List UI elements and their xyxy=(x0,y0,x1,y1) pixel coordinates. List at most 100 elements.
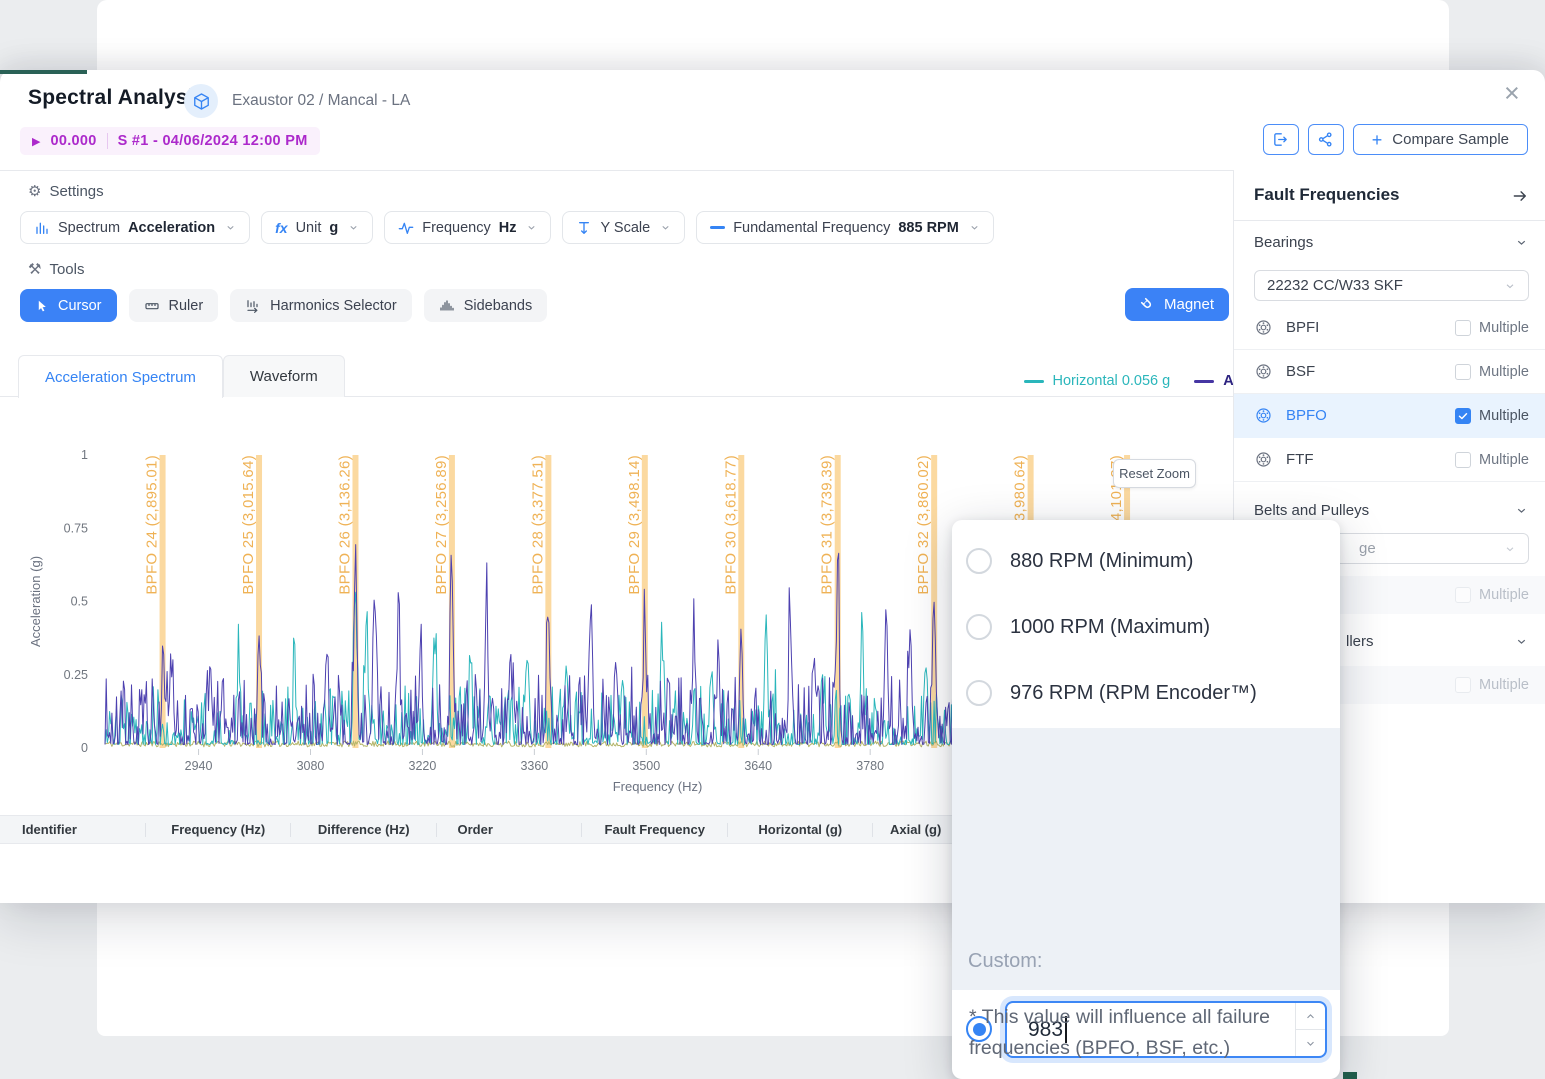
asset-cube-icon xyxy=(184,84,218,118)
legend-horizontal[interactable]: Horizontal 0.056 g xyxy=(1024,373,1171,389)
magnet-tool-button[interactable]: Magnet xyxy=(1125,288,1229,321)
column-header: Fault Frequency xyxy=(582,816,728,843)
svg-text:0.5: 0.5 xyxy=(71,595,88,609)
column-header: Difference (Hz) xyxy=(291,816,437,843)
sidebands-tool-button[interactable]: Sidebands xyxy=(424,289,548,322)
fault-marker-label: BPFO 32 (3,860.02) xyxy=(915,455,932,595)
sidebands-icon xyxy=(439,298,455,314)
fault-marker-label: BPFO 25 (3,015.64) xyxy=(240,455,257,595)
ruler-icon xyxy=(144,298,160,314)
share-button[interactable] xyxy=(1308,124,1344,155)
chevron-down-icon xyxy=(1504,543,1516,555)
svg-text:2940: 2940 xyxy=(185,759,213,773)
chevron-down-icon xyxy=(348,222,359,233)
bearing-icon xyxy=(1254,362,1273,381)
bearing-icon xyxy=(1254,450,1273,469)
plus-icon: + xyxy=(1372,131,1383,149)
tab-waveform[interactable]: Waveform xyxy=(223,355,345,397)
panel-title: Fault Frequencies xyxy=(1254,185,1399,205)
close-icon[interactable]: × xyxy=(1504,80,1520,107)
fault-row-bpfo[interactable]: BPFO Multiple xyxy=(1234,394,1545,438)
multiple-checkbox[interactable] xyxy=(1455,408,1471,424)
y-scale-select[interactable]: Y Scale xyxy=(562,211,685,244)
gear-icon: ⚙ xyxy=(28,182,41,200)
export-button[interactable] xyxy=(1263,124,1299,155)
rpm-option-encoder[interactable]: 976 RPM (RPM Encoder™) xyxy=(952,660,1340,726)
multiple-checkbox[interactable] xyxy=(1455,452,1471,468)
fault-marker-label: BPFO 27 (3,256.89) xyxy=(433,455,450,595)
svg-text:0.75: 0.75 xyxy=(64,521,88,535)
divider xyxy=(107,133,108,149)
column-header: Identifier xyxy=(0,816,146,843)
popup-footnote: * This value will influence all failure … xyxy=(969,1002,1321,1064)
background-fragment xyxy=(1343,1072,1357,1079)
fault-row-bpfi[interactable]: BPFI Multiple xyxy=(1234,306,1545,350)
chevron-down-icon[interactable] xyxy=(1515,635,1528,648)
fault-marker-label: BPFO 30 (3,618.77) xyxy=(722,455,739,595)
unit-select[interactable]: fx Unitg xyxy=(261,211,373,244)
screen: Spectral Analysis Exaustor 02 / Mancal -… xyxy=(0,0,1545,1079)
svg-text:1: 1 xyxy=(81,448,88,462)
column-header: Frequency (Hz) xyxy=(146,816,292,843)
fault-marker-label: BPFO 26 (3,136.26) xyxy=(336,455,353,595)
fundamental-frequency-popup: 880 RPM (Minimum) 1000 RPM (Maximum) 976… xyxy=(952,520,1340,1079)
rpm-option-minimum[interactable]: 880 RPM (Minimum) xyxy=(952,528,1340,594)
legend-swatch xyxy=(1194,380,1214,383)
bearing-icon xyxy=(1254,406,1273,425)
multiple-checkbox[interactable] xyxy=(1455,587,1471,603)
fault-marker-label: BPFO 24 (2,895.01) xyxy=(144,455,161,595)
spectrum-select[interactable]: SpectrumAcceleration xyxy=(20,211,250,244)
fundamental-frequency-select[interactable]: Fundamental Frequency885 RPM xyxy=(696,211,994,244)
rpm-option-maximum[interactable]: 1000 RPM (Maximum) xyxy=(952,594,1340,660)
chevron-down-icon[interactable] xyxy=(1515,236,1528,249)
chevron-down-icon[interactable] xyxy=(1515,504,1528,517)
partial-section-label[interactable]: llers xyxy=(1346,633,1374,650)
multiple-checkbox[interactable] xyxy=(1455,677,1471,693)
magnet-icon xyxy=(1140,297,1155,312)
svg-text:3220: 3220 xyxy=(409,759,437,773)
svg-text:0.25: 0.25 xyxy=(64,668,88,682)
ruler-tool-button[interactable]: Ruler xyxy=(129,289,219,322)
cursor-icon xyxy=(35,299,49,313)
svg-text:3500: 3500 xyxy=(632,759,660,773)
chevron-down-icon xyxy=(526,222,537,233)
chevron-down-icon xyxy=(969,222,980,233)
bearings-section-label[interactable]: Bearings xyxy=(1254,234,1313,251)
reset-zoom-button[interactable]: Reset Zoom xyxy=(1113,459,1196,488)
chevron-down-icon xyxy=(1504,280,1516,292)
chevron-down-icon xyxy=(225,222,236,233)
divider xyxy=(1234,220,1545,221)
svg-text:3640: 3640 xyxy=(744,759,772,773)
background-fragment xyxy=(0,70,87,74)
sample-time: 00.000 xyxy=(50,133,96,149)
wave-icon xyxy=(398,220,414,236)
tab-acceleration-spectrum[interactable]: Acceleration Spectrum xyxy=(18,355,223,398)
settings-section-label: ⚙ Settings xyxy=(28,182,104,200)
bearing-model-select[interactable]: 22232 CC/W33 SKF xyxy=(1254,270,1529,301)
radio-icon[interactable] xyxy=(966,680,992,706)
fx-icon: fx xyxy=(275,220,287,236)
fault-row-bsf[interactable]: BSF Multiple xyxy=(1234,350,1545,394)
radio-icon[interactable] xyxy=(966,614,992,640)
svg-text:Frequency (Hz): Frequency (Hz) xyxy=(613,779,703,794)
svg-text:3360: 3360 xyxy=(520,759,548,773)
radio-icon[interactable] xyxy=(966,548,992,574)
belts-section-label[interactable]: Belts and Pulleys xyxy=(1254,502,1369,519)
tools-section-label: ⚒ Tools xyxy=(28,260,84,278)
multiple-checkbox[interactable] xyxy=(1455,364,1471,380)
custom-rpm-section: Custom: 983 Unit RPM Hz xyxy=(952,728,1340,990)
dash-icon xyxy=(710,226,725,229)
bearing-icon xyxy=(1254,318,1273,337)
sample-badge[interactable]: ▶ 00.000 S #1 - 04/06/2024 12:00 PM xyxy=(20,127,320,155)
svg-text:3080: 3080 xyxy=(297,759,325,773)
svg-text:3780: 3780 xyxy=(856,759,884,773)
harmonics-selector-tool-button[interactable]: Harmonics Selector xyxy=(230,289,412,322)
chevron-down-icon xyxy=(660,222,671,233)
multiple-checkbox[interactable] xyxy=(1455,320,1471,336)
fault-row-ftf[interactable]: FTF Multiple xyxy=(1234,438,1545,482)
cursor-tool-button[interactable]: Cursor xyxy=(20,289,117,322)
compare-sample-button[interactable]: + Compare Sample xyxy=(1353,124,1528,155)
play-icon[interactable]: ▶ xyxy=(32,135,40,148)
frequency-unit-select[interactable]: FrequencyHz xyxy=(384,211,551,244)
collapse-panel-arrow-icon[interactable] xyxy=(1511,187,1529,205)
